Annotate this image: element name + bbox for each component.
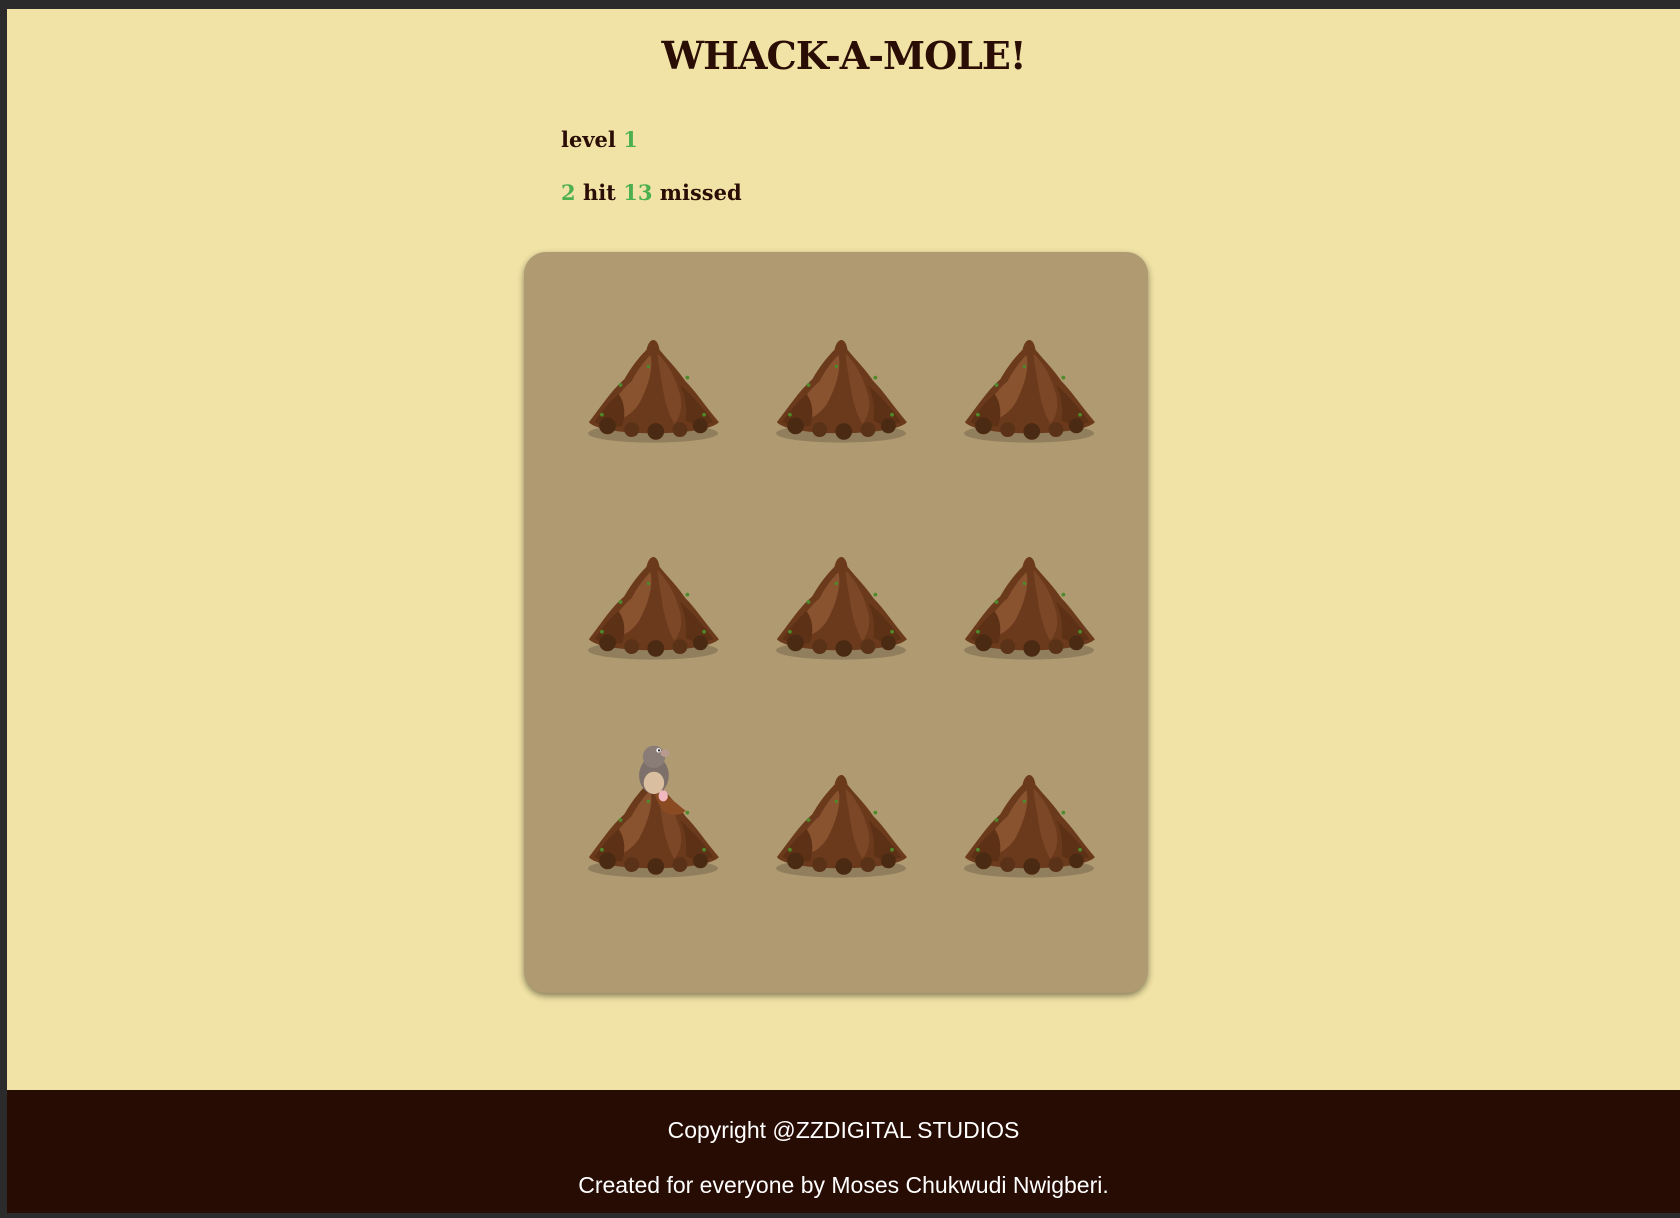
mole-hole-1[interactable] xyxy=(578,320,728,450)
window-left-edge xyxy=(0,0,7,1218)
level-value: 1 xyxy=(623,127,638,152)
dirt-mound-icon xyxy=(588,339,719,443)
credit-text: Created for everyone by Moses Chukwudi N… xyxy=(578,1172,1109,1198)
dirt-mound-icon xyxy=(964,556,1095,660)
game-board xyxy=(524,252,1148,993)
copyright-text: Copyright @ZZDIGITAL STUDIOS xyxy=(667,1117,1020,1143)
window-bottom-edge xyxy=(0,1213,1680,1218)
dirt-mound-icon xyxy=(776,556,907,660)
footer: Copyright @ZZDIGITAL STUDIOS Created for… xyxy=(7,1090,1680,1213)
dirt-mound-icon xyxy=(588,556,719,660)
dirt-mound-icon xyxy=(964,774,1095,878)
window-top-edge xyxy=(0,0,1680,8)
mole-hole-4[interactable] xyxy=(578,537,728,667)
missed-count: 13 xyxy=(623,180,653,205)
mole-hole-8[interactable] xyxy=(766,755,916,885)
mole-hole-2[interactable] xyxy=(766,320,916,450)
score-line: 2 hit 13 missed xyxy=(561,180,742,206)
level-label: level xyxy=(561,127,616,152)
mole-hole-6[interactable] xyxy=(954,537,1104,667)
level-line: level 1 xyxy=(561,127,742,153)
hit-count: 2 xyxy=(561,180,576,205)
score-panel: level 1 2 hit 13 missed xyxy=(561,127,742,206)
dirt-mound-icon xyxy=(776,339,907,443)
dirt-mound-icon xyxy=(964,339,1095,443)
mole-hole-3[interactable] xyxy=(954,320,1104,450)
dirt-mound-icon xyxy=(776,774,907,878)
missed-label: missed xyxy=(659,180,742,205)
game-title: WHACK-A-MOLE! xyxy=(661,33,1026,78)
hit-label: hit xyxy=(582,180,616,205)
mole-hole-9[interactable] xyxy=(954,755,1104,885)
mole-hole-7[interactable] xyxy=(578,745,728,885)
mole-hole-5[interactable] xyxy=(766,537,916,667)
dirt-mound-icon xyxy=(588,745,719,878)
